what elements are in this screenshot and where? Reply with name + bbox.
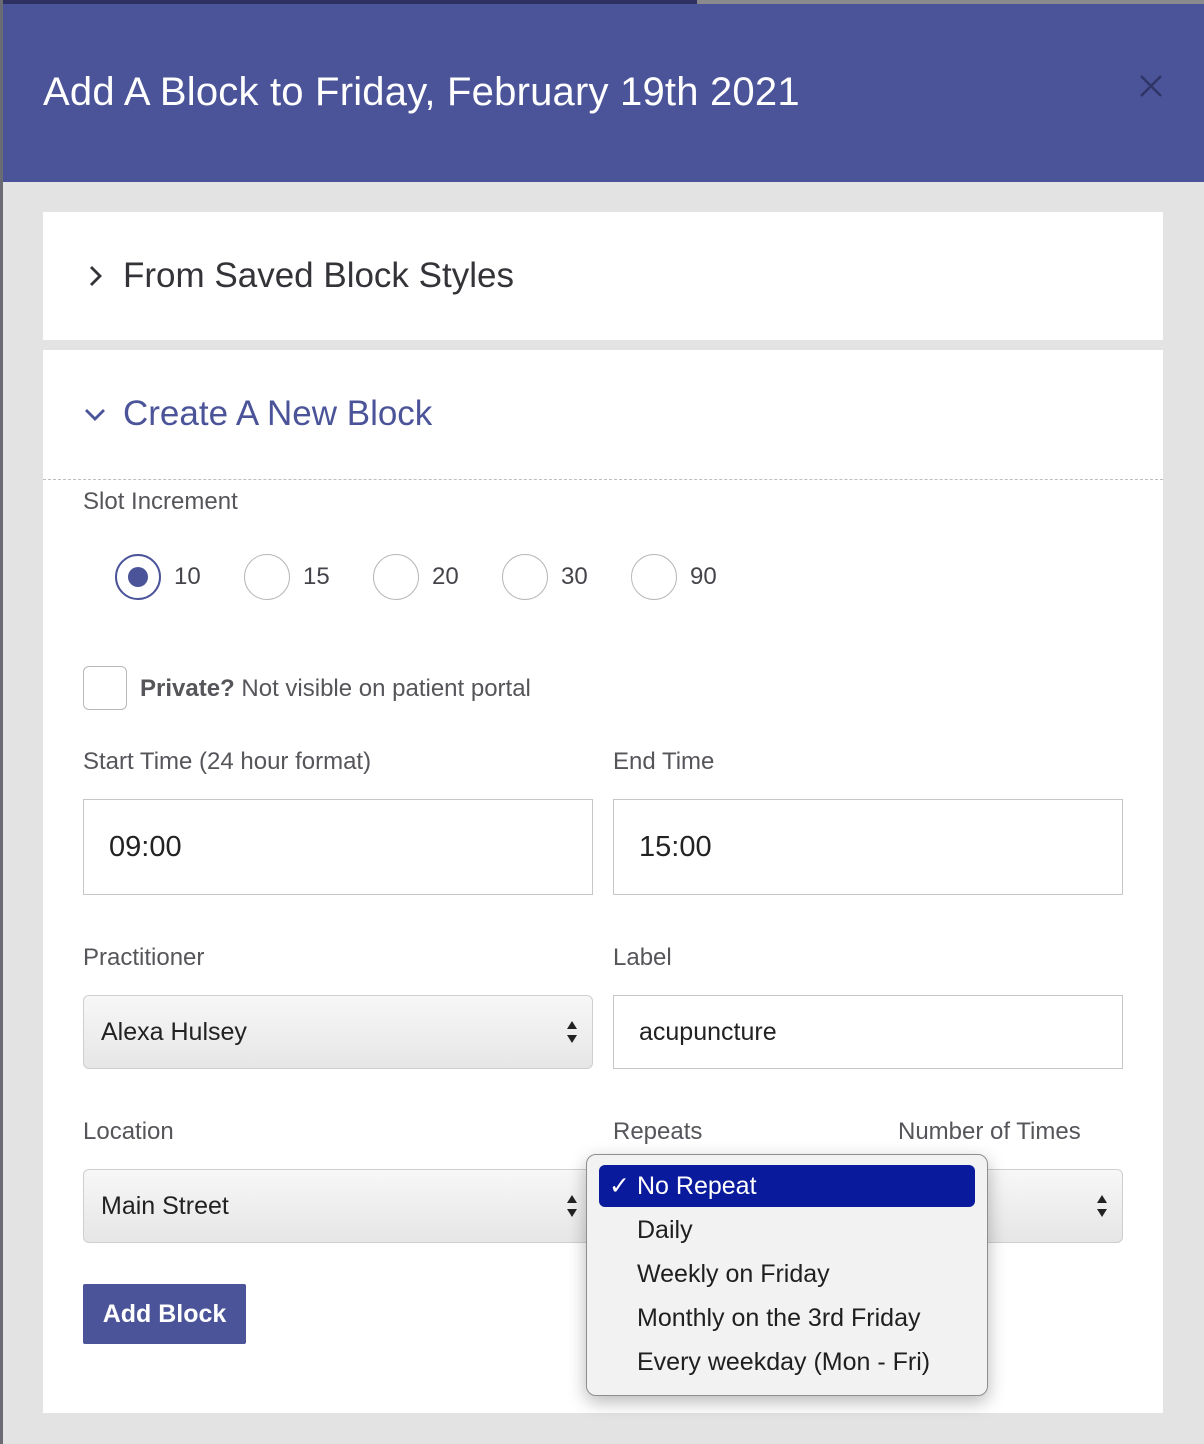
slot-radio-90-label: 90 xyxy=(690,563,717,590)
chevron-right-icon xyxy=(90,266,102,286)
practitioner-select-value: Alexa Hulsey xyxy=(101,1018,247,1046)
practitioner-label: Practitioner xyxy=(83,944,205,971)
saved-block-styles-toggle[interactable]: From Saved Block Styles xyxy=(43,212,1163,340)
repeats-option-weekly[interactable]: Weekly on Friday xyxy=(599,1253,975,1295)
repeats-option-weekday[interactable]: Every weekday (Mon - Fri) xyxy=(599,1341,975,1383)
slot-radio-30-label: 30 xyxy=(561,563,588,590)
select-arrows-icon xyxy=(1097,1195,1107,1217)
add-block-button[interactable]: Add Block xyxy=(83,1284,246,1344)
private-label-text: Not visible on patient portal xyxy=(234,675,531,702)
modal-title: Add A Block to Friday, February 19th 202… xyxy=(43,70,800,114)
location-select[interactable]: Main Street xyxy=(83,1169,593,1243)
repeats-option-label: Weekly on Friday xyxy=(637,1260,830,1288)
close-icon xyxy=(1140,75,1162,97)
repeats-option-label: Daily xyxy=(637,1216,693,1244)
number-of-times-select[interactable] xyxy=(973,1169,1123,1243)
private-label: Private? Not visible on patient portal xyxy=(140,675,531,703)
create-new-block-label: Create A New Block xyxy=(123,394,433,433)
start-time-label: Start Time (24 hour format) xyxy=(83,748,372,775)
repeats-option-label: Monthly on the 3rd Friday xyxy=(637,1304,921,1332)
location-label: Location xyxy=(83,1118,174,1145)
repeats-option-no-repeat[interactable]: ✓ No Repeat xyxy=(599,1165,975,1207)
section-divider xyxy=(43,479,1163,480)
repeats-option-daily[interactable]: Daily xyxy=(599,1209,975,1251)
slot-radio-90[interactable] xyxy=(631,554,677,600)
create-new-block-toggle[interactable]: Create A New Block xyxy=(43,350,1163,478)
repeats-option-label: Every weekday (Mon - Fri) xyxy=(637,1348,931,1376)
label-input[interactable] xyxy=(613,995,1123,1069)
select-arrows-icon xyxy=(567,1021,577,1043)
slot-radio-20-label: 20 xyxy=(432,563,459,590)
close-button[interactable] xyxy=(1133,68,1169,104)
add-block-modal: Add A Block to Friday, February 19th 202… xyxy=(3,4,1204,1444)
repeats-label: Repeats xyxy=(613,1118,703,1145)
checkmark-icon: ✓ xyxy=(609,1172,630,1200)
slot-radio-15[interactable] xyxy=(244,554,290,600)
repeats-option-label: No Repeat xyxy=(637,1172,757,1200)
end-time-label: End Time xyxy=(613,748,715,775)
modal-header: Add A Block to Friday, February 19th 202… xyxy=(3,4,1204,182)
slot-radio-10[interactable] xyxy=(115,554,161,600)
select-arrows-icon xyxy=(567,1195,577,1217)
private-checkbox[interactable] xyxy=(83,666,127,710)
saved-block-styles-panel: From Saved Block Styles xyxy=(43,212,1163,340)
end-time-input[interactable] xyxy=(613,799,1123,895)
slot-radio-30[interactable] xyxy=(502,554,548,600)
practitioner-select[interactable]: Alexa Hulsey xyxy=(83,995,593,1069)
location-select-value: Main Street xyxy=(101,1192,229,1220)
number-of-times-label: Number of Times xyxy=(898,1118,1081,1145)
repeats-dropdown[interactable]: ✓ No Repeat Daily Weekly on Friday Month… xyxy=(586,1154,988,1396)
saved-block-styles-label: From Saved Block Styles xyxy=(123,256,514,295)
slot-radio-15-label: 15 xyxy=(303,563,330,590)
slot-radio-10-label: 10 xyxy=(174,563,201,590)
label-field-label: Label xyxy=(613,944,672,971)
chevron-down-icon xyxy=(85,409,105,421)
slot-radio-20[interactable] xyxy=(373,554,419,600)
start-time-input[interactable] xyxy=(83,799,593,895)
slot-increment-label: Slot Increment xyxy=(83,488,238,515)
repeats-option-monthly[interactable]: Monthly on the 3rd Friday xyxy=(599,1297,975,1339)
private-label-bold: Private? xyxy=(140,675,235,702)
